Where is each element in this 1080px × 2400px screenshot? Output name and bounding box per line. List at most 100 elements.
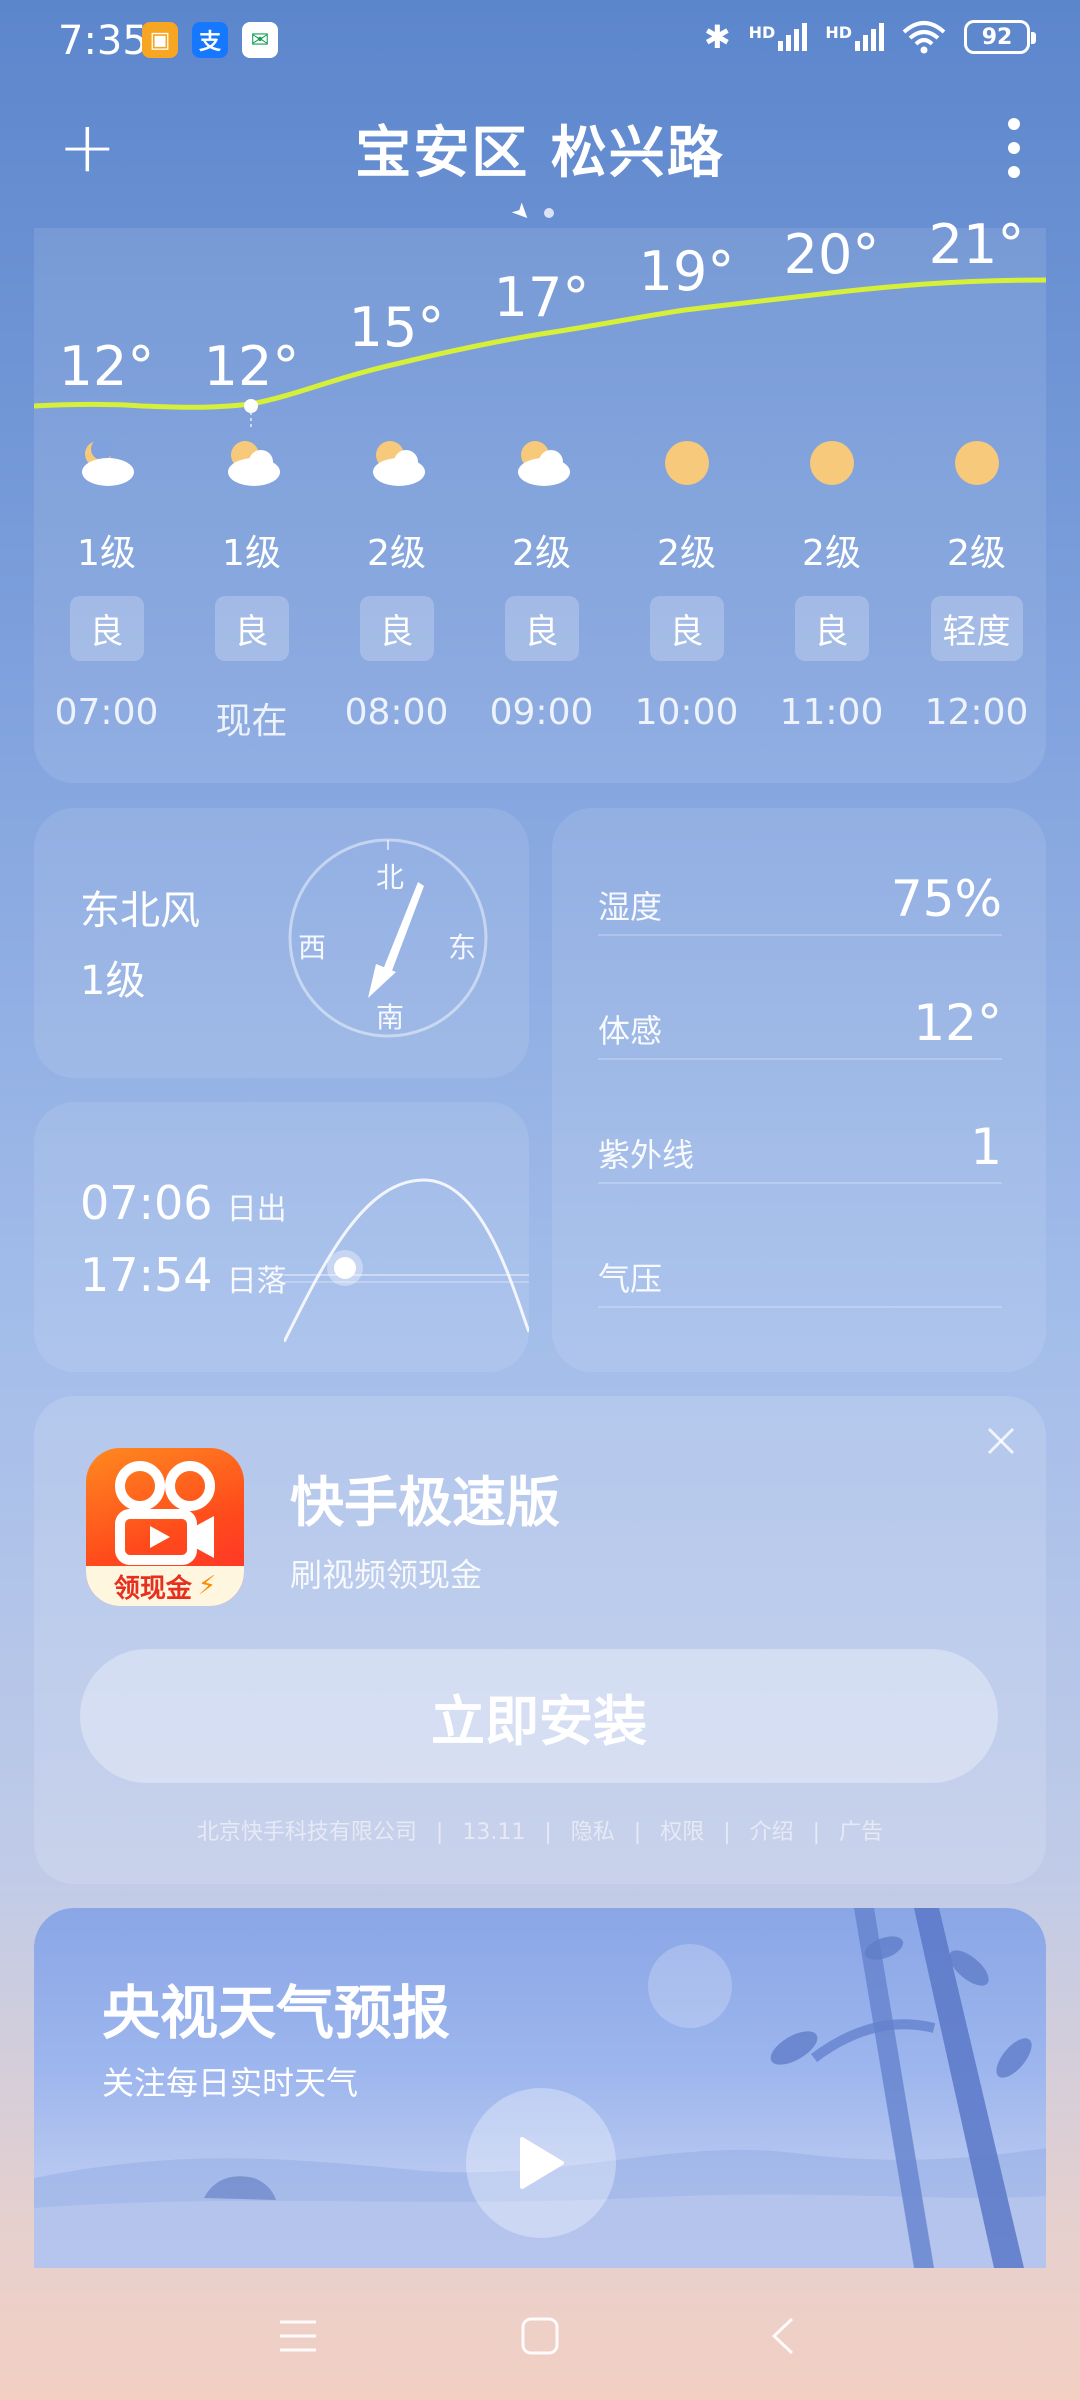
sunrise-row: 07:06 日出	[80, 1176, 287, 1230]
hour-temp: 12°	[58, 335, 155, 398]
air-quality-badge: 良	[359, 596, 434, 661]
ad-permissions-link[interactable]: 权限	[660, 1820, 704, 1845]
air-quality-badge: 良	[69, 596, 144, 661]
hour-temp: 17°	[493, 266, 590, 329]
uv-row: 紫外线 1	[598, 1118, 1002, 1184]
air-quality-badge: 良	[649, 596, 724, 661]
ad-version: 13.11	[462, 1820, 526, 1845]
hour-time: 09:00	[489, 692, 594, 733]
hour-time: 10:00	[634, 692, 739, 733]
close-icon[interactable]	[986, 1426, 1016, 1456]
sunset-time: 17:54	[80, 1248, 213, 1302]
compass-north: 北	[376, 861, 405, 894]
sunny-icon	[904, 438, 1049, 492]
page-title[interactable]: 宝安区 松兴路	[0, 108, 1080, 189]
hour-column[interactable]: 21° 2级轻度 12:00	[904, 213, 1049, 783]
ad-privacy-link[interactable]: 隐私	[571, 1820, 615, 1845]
lightning-icon: ⚡	[197, 1571, 217, 1601]
hour-time: 12:00	[924, 692, 1029, 733]
ad-card[interactable]: 领现金 ⚡ 快手极速版 刷视频领现金 立即安装 北京快手科技有限公司 | 13.…	[34, 1396, 1046, 1884]
hour-column[interactable]: 12° 1级良 07:00	[34, 228, 179, 783]
sunny-icon	[759, 438, 904, 492]
status-icons: ✱ HD HD 92	[703, 18, 1036, 56]
humidity-value: 75%	[890, 870, 1002, 928]
hour-wind-level: 1级	[222, 533, 281, 574]
icon-badge: 领现金 ⚡	[86, 1566, 244, 1606]
video-subtitle: 关注每日实时天气	[102, 2064, 359, 2102]
compass-west: 西	[298, 931, 327, 964]
hour-wind-level: 2级	[657, 533, 716, 574]
ad-footer: 北京快手科技有限公司 | 13.11 | 隐私 | 权限 | 介绍 | 广告	[196, 1820, 884, 1845]
humidity-label: 湿度	[598, 888, 663, 926]
hour-column[interactable]: 19° 2级良 10:00	[614, 228, 759, 783]
hourly-forecast-card[interactable]: 12° 1级良 07:00 12° 1级良现在 15° 2级良 08:00 17° 2级良 09:0…	[34, 213, 1049, 783]
hour-column[interactable]: 12° 1级良现在	[179, 228, 324, 783]
humidity-row: 湿度 75%	[598, 870, 1002, 936]
air-quality-badge: 良	[504, 596, 579, 661]
ad-intro-link[interactable]: 介绍	[750, 1820, 794, 1845]
signal-1-icon: HD	[749, 23, 808, 51]
details-card[interactable]: 湿度 75% 体感 12° 紫外线 1 气压	[552, 808, 1046, 1372]
hour-column[interactable]: 17° 2级良 09:00	[469, 228, 614, 783]
compass-east: 东	[448, 931, 477, 964]
kuaishou-app-icon[interactable]: 领现金 ⚡	[86, 1448, 244, 1606]
sunrise-label: 日出	[226, 1192, 287, 1227]
cloudy-icon	[469, 438, 614, 492]
ad-label: 广告	[839, 1820, 884, 1845]
ad-subtitle: 刷视频领现金	[290, 1556, 483, 1594]
wind-level: 1级	[80, 958, 146, 1004]
hour-wind-level: 2级	[947, 533, 1006, 574]
back-icon[interactable]	[768, 2316, 798, 2356]
menu-icon[interactable]	[278, 2318, 318, 2354]
install-button[interactable]: 立即安装	[80, 1649, 998, 1783]
uv-label: 紫外线	[598, 1136, 695, 1174]
navigation-bar	[0, 2270, 1080, 2400]
feels-like-value: 12°	[913, 994, 1002, 1052]
sunset-label: 日落	[226, 1264, 287, 1299]
uv-value: 1	[970, 1118, 1002, 1176]
location-arrow-icon: ➤	[505, 197, 537, 228]
page-dot	[544, 207, 555, 218]
feels-like-label: 体感	[598, 1012, 663, 1050]
hour-wind-level: 2级	[367, 533, 426, 574]
pressure-row: 气压	[598, 1248, 1002, 1308]
cloudy-icon	[179, 438, 324, 492]
partly-cloudy-night-icon	[34, 438, 179, 492]
postal-icon: ✉	[242, 22, 278, 58]
chat-notification-icon: ▣	[142, 22, 178, 58]
more-menu-button[interactable]	[1004, 118, 1024, 190]
hour-wind-level: 2级	[512, 533, 571, 574]
hour-column[interactable]: 15° 2级良 08:00	[324, 228, 469, 783]
home-icon[interactable]	[520, 2316, 560, 2356]
hour-temp: 19°	[638, 240, 735, 303]
ad-company: 北京快手科技有限公司	[196, 1820, 417, 1845]
sunrise-time: 07:06	[80, 1176, 213, 1230]
hour-temp: 15°	[348, 296, 445, 359]
air-quality-badge: 良	[214, 596, 289, 661]
sunny-icon	[614, 438, 759, 492]
status-time: 7:35	[58, 18, 148, 64]
hour-wind-level: 1级	[77, 533, 136, 574]
sunrise-sunset-card[interactable]: 07:06 日出 17:54 日落	[34, 1102, 529, 1372]
play-button[interactable]	[466, 2088, 616, 2238]
hour-time: 08:00	[344, 692, 449, 733]
wind-card[interactable]: 东北风 1级 北 南 东 西	[34, 808, 529, 1078]
video-card[interactable]: 央视天气预报 关注每日实时天气	[34, 1908, 1046, 2268]
wifi-icon	[902, 21, 946, 54]
hour-column[interactable]: 20° 2级良 11:00	[759, 223, 904, 783]
hour-temp: 21°	[928, 213, 1025, 276]
hour-wind-level: 2级	[802, 533, 861, 574]
ad-app-name: 快手极速版	[290, 1471, 560, 1534]
compass-south: 南	[376, 1001, 405, 1034]
air-quality-badge: 轻度	[930, 596, 1023, 661]
bluetooth-icon: ✱	[703, 18, 731, 56]
sun-arc-icon	[284, 1178, 529, 1342]
pressure-label: 气压	[598, 1260, 663, 1298]
air-quality-badge: 良	[794, 596, 869, 661]
hour-time: 11:00	[779, 692, 884, 733]
page-indicator: ➤	[506, 197, 555, 228]
alipay-icon: 支	[192, 22, 228, 58]
hour-temp: 12°	[203, 335, 300, 398]
feels-like-row: 体感 12°	[598, 994, 1002, 1060]
cloudy-icon	[324, 438, 469, 492]
